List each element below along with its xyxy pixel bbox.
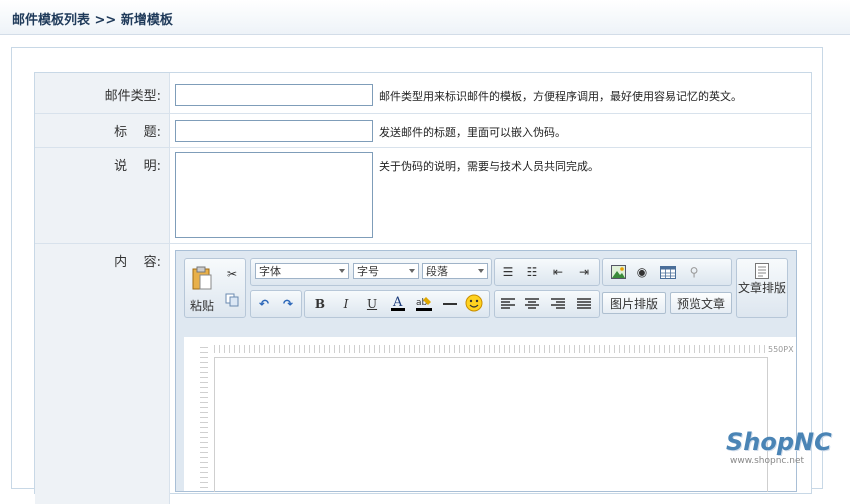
paragraph-select[interactable]: 段落 [422, 263, 488, 279]
font-size-select[interactable]: 字号 [353, 263, 419, 279]
indent-icon[interactable]: ⇥ [575, 263, 593, 281]
align-left-icon[interactable] [499, 295, 517, 313]
image-icon[interactable] [609, 263, 627, 281]
outdent-icon[interactable]: ⇤ [549, 263, 567, 281]
mail-type-input[interactable] [175, 84, 373, 106]
paste-label: 粘贴 [190, 299, 215, 313]
horizontal-rule-icon[interactable] [441, 295, 459, 313]
toolbar-font: 字体 字号 段落 [250, 258, 492, 286]
table-icon[interactable] [659, 263, 677, 281]
breadcrumb: 邮件模板列表 >> 新增模板 [12, 13, 173, 28]
row-mail-type: 邮件类型: 邮件类型用来标识邮件的模板，方便程序调用，最好使用容易记忆的英文。 [35, 73, 811, 114]
template-form: 邮件类型: 邮件类型用来标识邮件的模板，方便程序调用，最好使用容易记忆的英文。 … [34, 72, 812, 504]
media-icon[interactable]: ◉ [633, 263, 651, 281]
description-label: 说 明: [114, 159, 161, 174]
shopnc-logo: ShopNC www.shopnc.net [726, 428, 832, 466]
toolbar-history: ↶ ↷ [250, 290, 302, 318]
vertical-ruler [200, 347, 208, 491]
toolbar-article: 文章排版 [736, 258, 788, 318]
subject-label: 标 题: [114, 125, 161, 140]
content-label: 内 容: [114, 255, 161, 270]
undo-icon[interactable]: ↶ [255, 295, 273, 313]
row-subject: 标 题: 发送邮件的标题，里面可以嵌入伪码。 [35, 114, 811, 148]
svg-text:A: A [392, 295, 403, 310]
editor-canvas[interactable]: 550PX [184, 337, 796, 492]
horizontal-ruler [214, 345, 766, 353]
toolbar-align [494, 290, 600, 318]
underline-icon[interactable]: U [363, 295, 381, 313]
preview-article-button[interactable]: 预览文章 [670, 292, 732, 314]
ruler-width-label: 550PX [768, 345, 794, 354]
description-hint: 关于伪码的说明，需要与技术人员共同完成。 [379, 160, 599, 173]
subject-hint: 发送邮件的标题，里面可以嵌入伪码。 [379, 126, 566, 139]
article-layout-button[interactable]: 文章排版 [737, 281, 787, 296]
editor-page[interactable] [214, 357, 768, 492]
toolbar-insert: ◉ ⚲ [602, 258, 732, 286]
highlight-icon[interactable]: ab [415, 294, 433, 312]
image-layout-button[interactable]: 图片排版 [602, 292, 666, 314]
description-textarea[interactable] [175, 152, 373, 238]
copy-icon[interactable] [223, 291, 241, 309]
align-right-icon[interactable] [549, 295, 567, 313]
page-header: 邮件模板列表 >> 新增模板 [0, 0, 850, 35]
toolbar-text-style: B I U A ab [304, 290, 490, 318]
font-select[interactable]: 字体 [255, 263, 349, 279]
mail-type-label: 邮件类型: [104, 89, 161, 104]
subject-input[interactable] [175, 120, 373, 142]
italic-icon[interactable]: I [337, 295, 355, 313]
toolbar-clipboard: 粘贴 ✂ [184, 258, 246, 318]
unordered-list-icon[interactable]: ☷ [523, 263, 541, 281]
font-color-icon[interactable]: A [389, 294, 407, 312]
article-layout-icon [753, 262, 771, 280]
align-center-icon[interactable] [523, 295, 541, 313]
row-content: 内 容: 粘贴 ✂ 字体 字号 段落 ☰ ☷ ⇤ ⇥ ◉ ⚲ 文章排版 ↶ ↷ … [35, 244, 811, 504]
mail-type-hint: 邮件类型用来标识邮件的模板，方便程序调用，最好使用容易记忆的英文。 [379, 90, 742, 103]
rich-text-editor: 粘贴 ✂ 字体 字号 段落 ☰ ☷ ⇤ ⇥ ◉ ⚲ 文章排版 ↶ ↷ B I U… [175, 250, 797, 492]
redo-icon[interactable]: ↷ [279, 295, 297, 313]
attachment-icon[interactable]: ⚲ [685, 263, 703, 281]
ordered-list-icon[interactable]: ☰ [499, 263, 517, 281]
bold-icon[interactable]: B [311, 295, 329, 313]
brand-url: www.shopnc.net [730, 456, 805, 466]
paste-icon[interactable] [189, 263, 215, 293]
row-description: 说 明: 关于伪码的说明，需要与技术人员共同完成。 [35, 148, 811, 244]
emoticon-icon[interactable] [465, 294, 483, 312]
justify-icon[interactable] [575, 295, 593, 313]
cut-icon[interactable]: ✂ [223, 265, 241, 283]
content-panel: 邮件类型: 邮件类型用来标识邮件的模板，方便程序调用，最好使用容易记忆的英文。 … [11, 47, 823, 504]
toolbar-lists: ☰ ☷ ⇤ ⇥ [494, 258, 600, 286]
brand-name: ShopNC [726, 428, 832, 456]
